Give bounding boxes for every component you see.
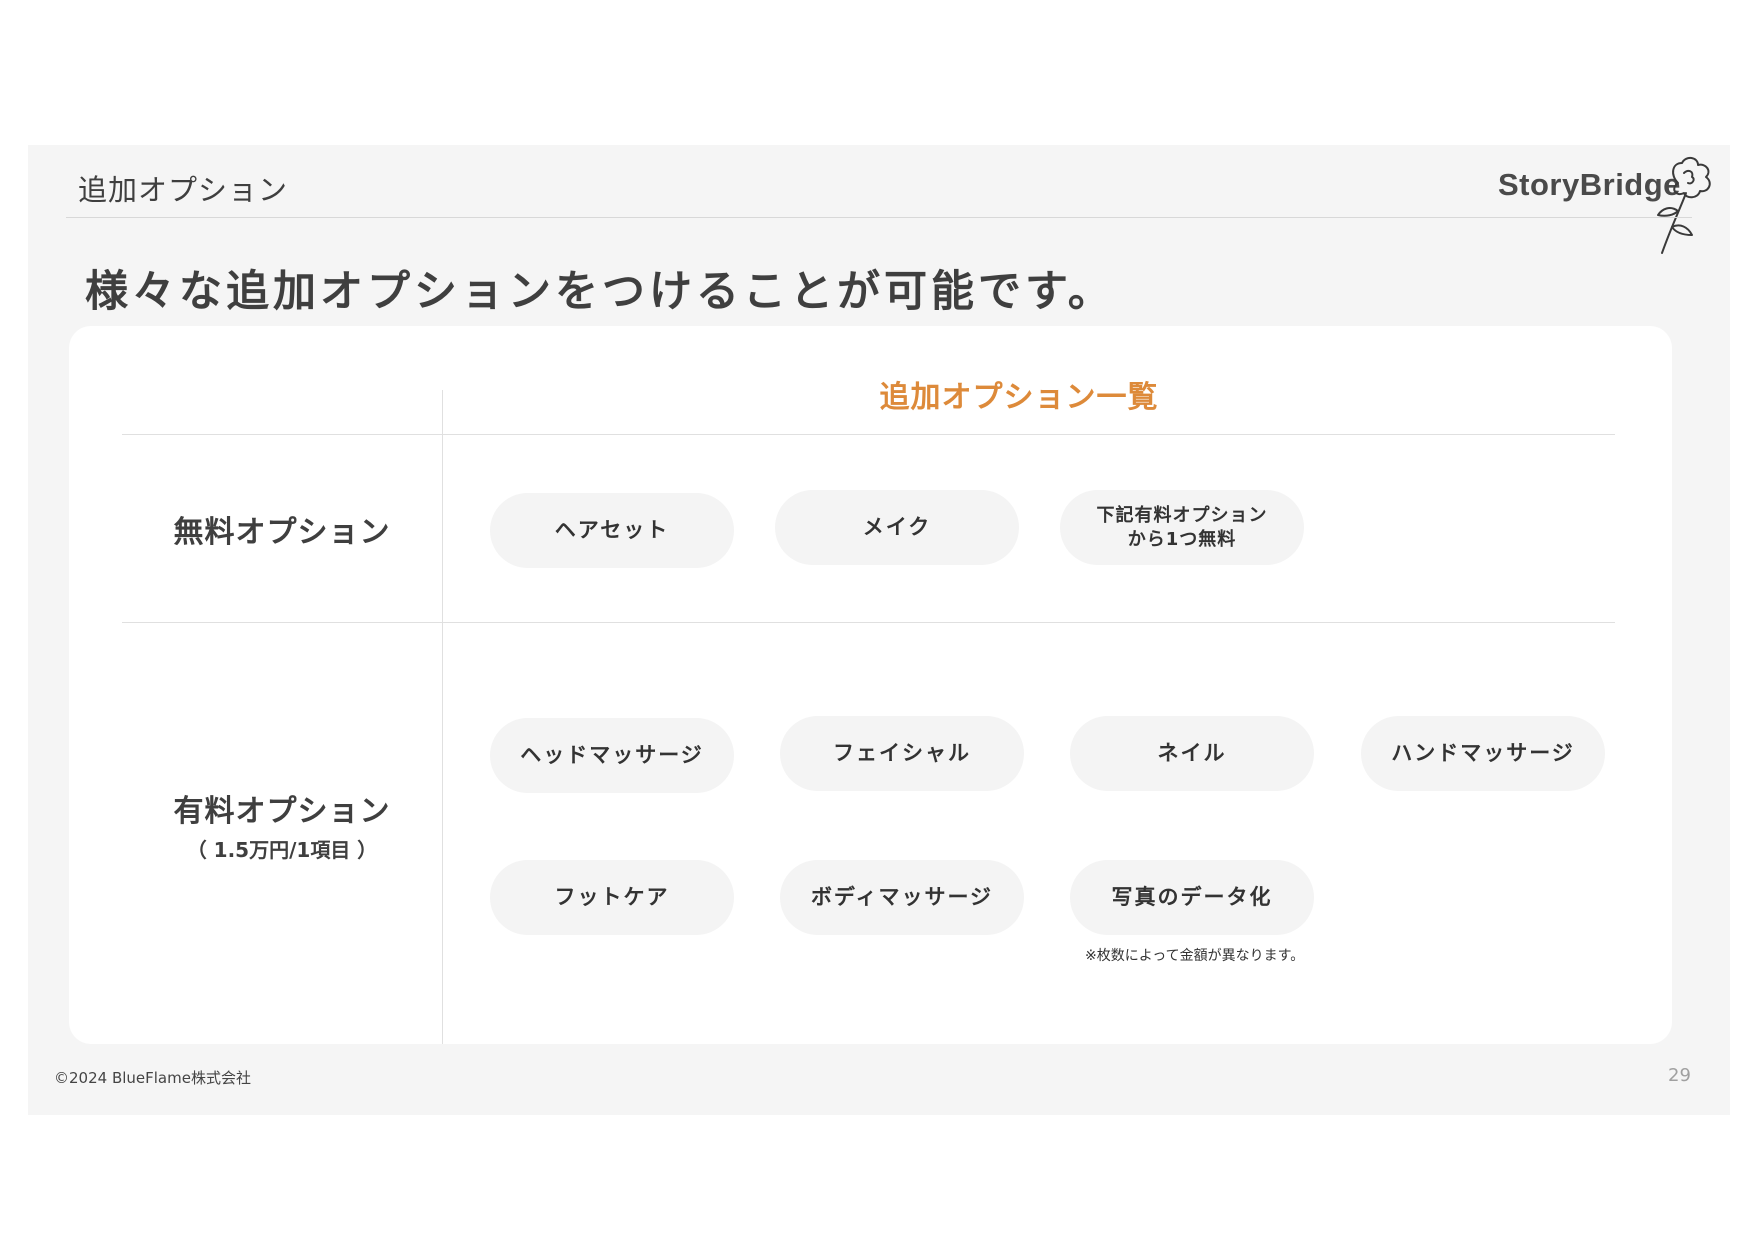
option-body-massage: ボディマッサージ xyxy=(780,860,1024,935)
option-foot-care: フットケア xyxy=(490,860,734,935)
slide: 追加オプション StoryBridge 様々な追加オプションをつけることが可能で… xyxy=(28,145,1730,1115)
option-facial: フェイシャル xyxy=(780,716,1024,791)
page-heading: 様々な追加オプションをつけることが可能です。 xyxy=(85,267,1115,317)
table-column-divider xyxy=(442,390,443,1044)
header-divider xyxy=(66,217,1692,218)
free-options-label: 無料オプション xyxy=(173,515,391,550)
table-divider-rows xyxy=(122,622,1615,623)
option-hand-massage: ハンドマッサージ xyxy=(1361,716,1605,791)
option-head-massage: ヘッドマッサージ xyxy=(490,718,734,793)
section-title: 追加オプション xyxy=(78,173,289,207)
option-photo-data: 写真のデータ化 xyxy=(1070,860,1314,935)
options-list-title: 追加オプション一覧 xyxy=(879,380,1159,415)
paid-options-label: 有料オプション xyxy=(173,794,391,829)
photo-price-note: ※枚数によって金額が異なります。 xyxy=(1085,948,1305,964)
option-makeup: メイク xyxy=(775,490,1019,565)
copyright: ©2024 BlueFlame株式会社 xyxy=(54,1069,251,1087)
page-number: 29 xyxy=(1668,1065,1691,1086)
carnation-flower-icon xyxy=(1657,157,1711,254)
options-table-card: 追加オプション一覧 無料オプション ヘアセット メイク 下記有料オプション から… xyxy=(69,326,1672,1044)
paid-options-price: （ 1.5万円/1項目 ） xyxy=(186,838,378,862)
option-nail: ネイル xyxy=(1070,716,1314,791)
option-free-paid-choice: 下記有料オプション から1つ無料 xyxy=(1060,490,1304,565)
table-divider-header xyxy=(122,434,1615,435)
option-hair-set: ヘアセット xyxy=(490,493,734,568)
